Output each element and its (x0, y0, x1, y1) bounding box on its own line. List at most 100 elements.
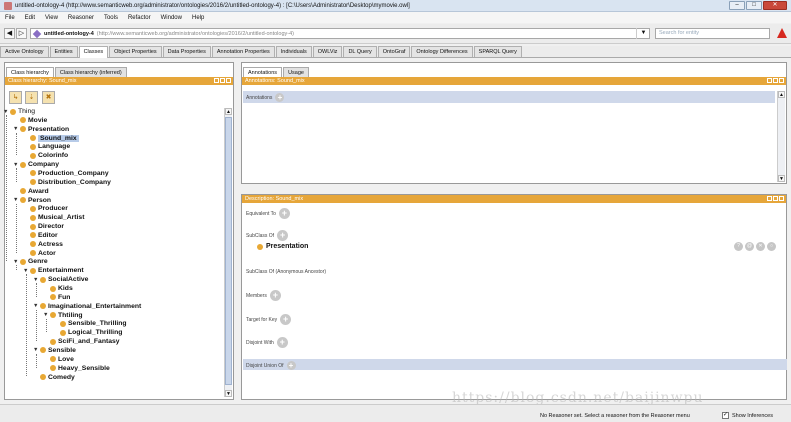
expand-toggle-icon[interactable]: ▼ (43, 312, 49, 318)
superclass-presentation[interactable]: Presentation (257, 243, 308, 250)
tree-node[interactable]: Logical_Thrilling (60, 328, 122, 337)
view-close-icon[interactable] (226, 78, 231, 83)
tree-node[interactable]: ▼ Person (13, 196, 51, 205)
tree-node[interactable]: Heavy_Sensible (50, 364, 110, 373)
expand-toggle-icon[interactable]: ▼ (33, 347, 39, 353)
tab-data-properties[interactable]: Data Properties (162, 46, 211, 57)
description-float-icon[interactable] (773, 196, 778, 201)
tab-class-hierarchy-inferred[interactable]: Class hierarchy (inferred) (54, 67, 127, 77)
tree-node[interactable]: ▼ SocialActive (33, 275, 88, 284)
tab-ontograf[interactable]: OntoGraf (377, 46, 411, 57)
tree-node[interactable]: Director (30, 222, 64, 231)
entity-search-input[interactable]: Search for entity (655, 28, 770, 39)
tree-node[interactable]: ▼ Presentation (13, 125, 69, 134)
tree-node[interactable]: Actor (30, 249, 56, 258)
tree-node[interactable]: Sensible_Thrilling (60, 319, 127, 328)
tree-node[interactable]: ▼ Genre (13, 257, 48, 266)
tab-owlviz[interactable]: OWLViz (312, 46, 343, 57)
menu-tools[interactable]: Tools (99, 15, 123, 21)
tree-node[interactable]: Producer (30, 204, 68, 213)
view-float-icon[interactable] (220, 78, 225, 83)
expand-toggle-icon[interactable]: ▼ (33, 303, 39, 309)
menu-edit[interactable]: Edit (20, 15, 40, 21)
tree-node[interactable]: Comedy (40, 373, 75, 382)
expand-toggle-icon[interactable]: ▼ (13, 259, 19, 265)
tree-node[interactable]: ▼ Thing (3, 107, 35, 116)
tree-node[interactable]: SciFi_and_Fantasy (50, 337, 120, 346)
tab-dl-query[interactable]: DL Query (343, 46, 377, 57)
add-sibling-class-icon[interactable]: ⇣ (25, 91, 38, 104)
delete-class-icon[interactable]: ✖ (42, 91, 55, 104)
explain-icon[interactable]: ? (734, 242, 743, 251)
tab-class-hierarchy[interactable]: Class hierarchy (6, 67, 54, 77)
tab-annotation-properties[interactable]: Annotation Properties (211, 46, 275, 57)
add-annotation-icon[interactable]: + (275, 93, 285, 102)
annotate-icon[interactable]: @ (745, 242, 754, 251)
add-disjoint-union-icon[interactable]: + (286, 361, 296, 370)
tab-sparql-query[interactable]: SPARQL Query (473, 46, 522, 57)
tree-node[interactable]: Fun (50, 293, 70, 302)
tree-node[interactable]: ▼ Thtiling (43, 311, 83, 320)
expand-toggle-icon[interactable]: ▼ (13, 126, 19, 132)
ontology-selector[interactable]: untitled-ontology-4 (http://www.semantic… (30, 28, 650, 39)
expand-toggle-icon[interactable]: ▼ (13, 162, 19, 168)
description-pin-icon[interactable] (767, 196, 772, 201)
tree-node[interactable]: Kids (50, 284, 73, 293)
tree-node[interactable]: Language (30, 142, 70, 151)
delete-icon[interactable]: ✕ (756, 242, 765, 251)
ontology-dropdown-icon[interactable]: ▼ (636, 28, 650, 39)
tree-node[interactable]: ▼ Company (13, 160, 59, 169)
add-key-icon[interactable]: + (280, 314, 292, 325)
tree-node[interactable]: Love (50, 355, 74, 364)
tree-node[interactable]: Distribution_Company (30, 178, 111, 187)
add-member-icon[interactable]: + (269, 290, 281, 301)
tree-node[interactable]: Editor (30, 231, 58, 240)
view-pin-icon[interactable] (214, 78, 219, 83)
scroll-down-icon[interactable]: ▼ (225, 390, 232, 397)
tree-node[interactable]: ▼ Sensible (33, 346, 76, 355)
tree-node[interactable]: Musical_Artist (30, 213, 84, 222)
tab-classes[interactable]: Classes (78, 46, 109, 58)
menu-file[interactable]: File (0, 15, 20, 21)
menu-view[interactable]: View (40, 15, 63, 21)
annotations-scrollbar[interactable]: ▲ ▼ (777, 91, 785, 182)
annotations-float-icon[interactable] (773, 78, 778, 83)
tab-entities[interactable]: Entities (49, 46, 78, 57)
tree-node[interactable]: Production_Company (30, 169, 109, 178)
tree-scrollbar[interactable]: ▲ ▼ (224, 108, 232, 397)
maximize-button[interactable]: □ (746, 1, 762, 10)
menu-reasoner[interactable]: Reasoner (63, 15, 99, 21)
annotations-pin-icon[interactable] (767, 78, 772, 83)
add-superclass-icon[interactable]: + (277, 230, 289, 241)
tab-annotations[interactable]: Annotations (243, 67, 283, 77)
edit-icon[interactable]: ○ (767, 242, 776, 251)
minimize-button[interactable]: – (729, 1, 745, 10)
annotations-scroll-up-icon[interactable]: ▲ (778, 91, 785, 98)
tab-object-properties[interactable]: Object Properties (109, 46, 162, 57)
tab-ontology-differences[interactable]: Ontology Differences (411, 46, 473, 57)
description-close-icon[interactable] (779, 196, 784, 201)
add-equivalent-icon[interactable]: + (278, 208, 290, 219)
add-subclass-icon[interactable]: ↳ (9, 91, 22, 104)
expand-toggle-icon[interactable]: ▼ (3, 109, 9, 115)
tab-active-ontology[interactable]: Active Ontology (0, 46, 49, 57)
warning-icon[interactable] (777, 28, 787, 38)
tab-usage[interactable]: Usage (283, 67, 309, 77)
tree-node[interactable]: Sound_mix (30, 134, 79, 143)
tree-node[interactable]: Movie (20, 116, 47, 125)
tree-node[interactable]: ▼ Imaginational_Entertainment (33, 302, 141, 311)
expand-toggle-icon[interactable]: ▼ (33, 277, 39, 283)
tree-node[interactable]: Colorinfo (30, 151, 68, 160)
menu-refactor[interactable]: Refactor (123, 15, 156, 21)
tree-node[interactable]: Actress (30, 240, 63, 249)
back-button[interactable]: ◀ (4, 28, 15, 39)
annotations-scroll-down-icon[interactable]: ▼ (778, 175, 785, 182)
tab-individuals[interactable]: Individuals (275, 46, 312, 57)
add-disjoint-icon[interactable]: + (276, 337, 288, 348)
tree-scroll-thumb[interactable] (225, 117, 232, 385)
tree-node[interactable]: ▼ Entertainment (23, 266, 84, 275)
show-inferences-checkbox[interactable]: ✓ (722, 412, 729, 419)
menu-window[interactable]: Window (156, 15, 187, 21)
menu-help[interactable]: Help (187, 15, 209, 21)
tree-node[interactable]: Award (20, 187, 49, 196)
